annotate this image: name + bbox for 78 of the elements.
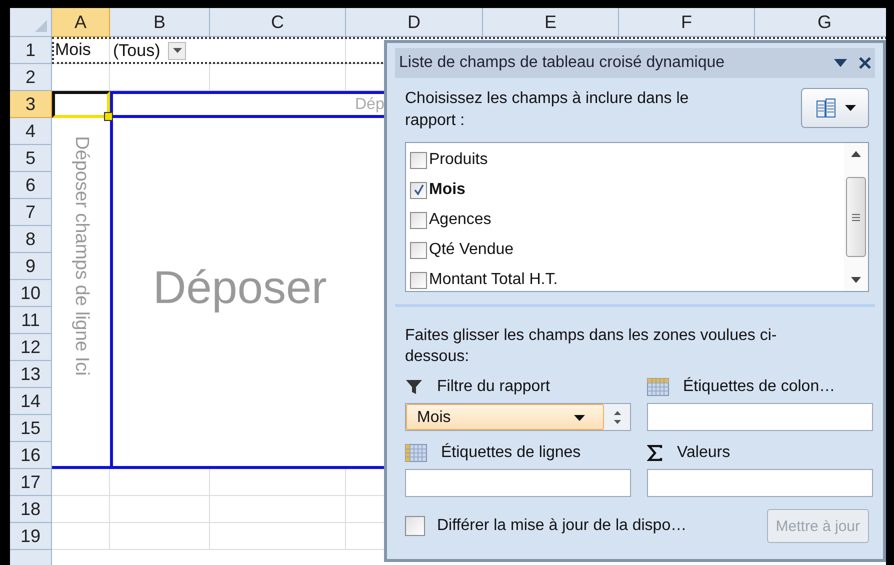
column-header[interactable]: E	[483, 8, 619, 37]
checkbox[interactable]	[410, 182, 427, 198]
close-icon[interactable]	[859, 57, 871, 69]
row-header[interactable]: 15	[10, 415, 52, 442]
row-header[interactable]: 17	[10, 469, 52, 496]
chip-label: Mois	[417, 409, 451, 427]
table-cell: (Tous)	[113, 40, 160, 60]
drop-area[interactable]: Mois	[405, 403, 631, 431]
row-header	[10, 550, 52, 565]
area-label: Étiquettes de lignes	[441, 444, 581, 462]
panel-title-bar[interactable]: Liste de champs de tableau croisé dynamique	[395, 48, 875, 78]
row-header[interactable]: 8	[10, 226, 52, 253]
row-header[interactable]: 16	[10, 442, 52, 469]
field-label[interactable]: Mois	[429, 181, 466, 199]
column-drop-hint: Dép	[355, 96, 384, 114]
down-arrow-icon[interactable]	[851, 277, 861, 283]
row-header[interactable]: 7	[10, 199, 52, 226]
caret-icon	[844, 105, 856, 111]
spinner-control[interactable]	[604, 404, 630, 430]
checkbox[interactable]	[410, 152, 427, 168]
caret-icon	[172, 48, 182, 53]
table-cell	[52, 523, 110, 550]
caret-icon[interactable]	[574, 415, 585, 421]
area-label: Filtre du rapport	[437, 378, 550, 396]
values-drop-hint: Déposer	[153, 261, 327, 313]
defer-label[interactable]: Différer la mise à jour de la dispo…	[437, 517, 755, 535]
grid-icon	[647, 378, 669, 396]
checkbox[interactable]	[410, 242, 427, 258]
caret-icon[interactable]	[834, 59, 847, 67]
instruction-text: Choisissez les champs à inclure dans le rapport :	[405, 89, 690, 131]
row-header[interactable]: 19	[10, 523, 52, 550]
grid-icon	[405, 444, 427, 462]
row-header[interactable]: 18	[10, 496, 52, 523]
row-header[interactable]: 5	[10, 145, 52, 172]
panel-title: Liste de champs de tableau croisé dynamique	[399, 54, 726, 72]
sum-icon	[647, 445, 663, 461]
column-header[interactable]: D	[346, 8, 483, 37]
field-label[interactable]: Produits	[429, 151, 488, 169]
vertical-scrollbar[interactable]	[844, 143, 868, 291]
scroll-thumb[interactable]	[846, 177, 866, 257]
row-header[interactable]: 1	[10, 37, 52, 64]
field-chip[interactable]: Mois	[406, 404, 604, 430]
up-arrow-icon[interactable]	[851, 151, 861, 157]
field-label[interactable]: Agences	[429, 211, 492, 229]
filter-dropdown-button[interactable]	[168, 42, 186, 60]
drag-hint-text: Faites glisser les champs dans les zones voulues ci-dessous:	[404, 326, 778, 367]
column-header[interactable]: A	[52, 8, 110, 37]
field-label[interactable]: Qté Vendue	[429, 241, 514, 259]
area-label: Étiquettes de colon…	[683, 378, 836, 396]
active-cell[interactable]	[52, 91, 110, 118]
row-header[interactable]: 10	[10, 280, 52, 307]
column-header[interactable]: C	[210, 8, 346, 37]
table-cell	[52, 496, 110, 523]
area-label: Valeurs	[677, 444, 730, 462]
triangle-icon	[35, 20, 47, 32]
column-header[interactable]: F	[619, 8, 755, 37]
spin-arrows-icon	[614, 410, 620, 424]
row-header[interactable]: 11	[10, 307, 52, 334]
row-header[interactable]: 13	[10, 361, 52, 388]
table-cell: Mois	[52, 37, 110, 64]
row-drop-hint: Déposer champs de ligne Ici	[70, 136, 92, 376]
layout-button[interactable]	[801, 88, 869, 128]
columns-icon	[814, 97, 836, 119]
row-header[interactable]: 4	[10, 118, 52, 145]
column-header[interactable]: G	[755, 8, 886, 37]
row-header[interactable]: 3	[10, 91, 52, 118]
column-header[interactable]: B	[110, 8, 210, 37]
row-header[interactable]: 14	[10, 388, 52, 415]
field-label[interactable]: Montant Total H.T.	[429, 271, 558, 289]
filter-icon	[405, 379, 423, 395]
checkbox[interactable]	[410, 272, 427, 288]
row-header[interactable]: 2	[10, 64, 52, 91]
table-cell	[52, 64, 110, 91]
row-header[interactable]: 9	[10, 253, 52, 280]
row-header[interactable]: 12	[10, 334, 52, 361]
checkbox[interactable]	[410, 212, 427, 228]
row-header[interactable]: 6	[10, 172, 52, 199]
checkbox[interactable]	[405, 516, 425, 536]
